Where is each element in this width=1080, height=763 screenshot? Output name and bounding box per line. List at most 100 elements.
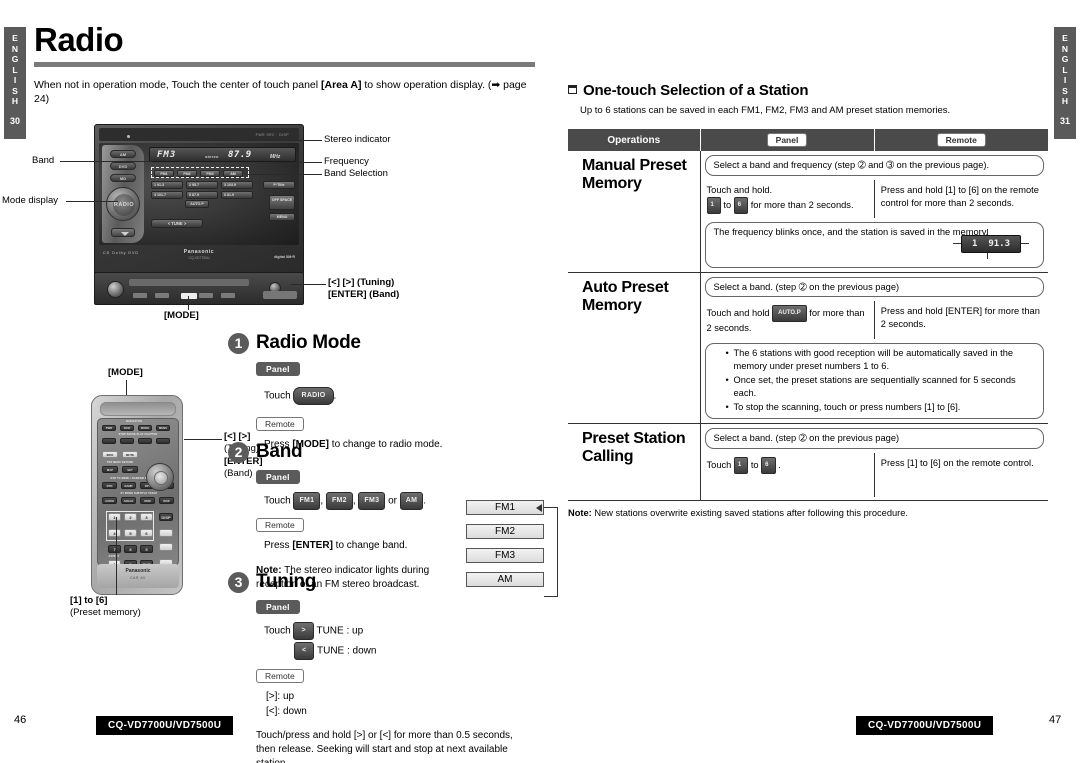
band-button-fm2[interactable]: FM2 xyxy=(177,169,197,177)
preset-6-num: 6 xyxy=(224,193,226,197)
mode-knob[interactable]: RADIO xyxy=(106,187,140,221)
auto-p-key[interactable]: AUTO.P xyxy=(772,305,807,322)
auto-preset-button[interactable]: AUTO.P xyxy=(185,200,209,208)
remote-key-navi[interactable]: NAVI xyxy=(120,425,134,431)
preset-key-6[interactable]: 6 xyxy=(733,196,749,214)
preset-1-num: 1 xyxy=(154,183,156,187)
remote-key-vol-down[interactable] xyxy=(159,543,173,551)
remote-key-9[interactable]: 9 xyxy=(140,545,153,553)
blink-mark-top xyxy=(987,228,989,235)
th-remote-badge: Remote xyxy=(936,133,986,147)
row-body-auto-preset: Select a band. (step ➁ on the previous p… xyxy=(700,272,1048,424)
band-key-fm2[interactable]: FM2 xyxy=(325,492,353,510)
callout-frequency: Frequency xyxy=(324,156,369,167)
section-heading: One-touch Selection of a Station xyxy=(568,82,1048,99)
ptitle-button[interactable]: P·Title xyxy=(263,181,295,189)
mode-button-highlight[interactable] xyxy=(181,293,197,299)
manual-preset-panel-line2-post: for more than 2 seconds. xyxy=(748,199,854,210)
lcd-display: FM3 stereo 87.9 MHz xyxy=(149,147,296,162)
preset-button-5[interactable]: 5 87.9 xyxy=(186,191,218,199)
preset-button-2[interactable]: 2 95.7 xyxy=(186,181,218,189)
remote-key-mode[interactable]: MODE xyxy=(138,425,152,431)
remote-key-8[interactable]: 8 xyxy=(124,545,137,553)
preset-button-3[interactable]: 3 103.9 xyxy=(221,181,253,189)
preset-3-freq: 103.9 xyxy=(227,183,236,187)
base-button-4[interactable] xyxy=(221,293,235,298)
band-button-fm3[interactable]: FM3 xyxy=(200,169,220,177)
remote-key-mute[interactable]: MUTE xyxy=(122,451,138,458)
calling-key-1[interactable]: 1 xyxy=(733,456,749,474)
manual-preset-select-note-text: Select a band and frequency (step ➁ and … xyxy=(713,160,990,170)
remote-key-set[interactable]: SET xyxy=(122,466,138,473)
auto-preset-panel-pre: Touch and hold xyxy=(706,307,773,318)
remote-label-stmono: ST MONO SUBTITLE TRACK xyxy=(120,492,158,495)
remote-key-2[interactable]: 2 xyxy=(124,513,137,521)
manual-preset-select-note: Select a band and frequency (step ➁ and … xyxy=(704,155,1044,176)
remote-key-chapter[interactable] xyxy=(156,438,170,444)
step-2-remote-post: to change band. xyxy=(332,540,408,551)
band-key-fm1[interactable]: FM1 xyxy=(293,492,321,510)
preset-button-6[interactable]: 6 81.9 xyxy=(221,191,253,199)
source-button-am[interactable]: AM xyxy=(110,150,136,158)
band-button-fm1[interactable]: FM1 xyxy=(154,169,174,177)
remote-key-5[interactable]: 5 xyxy=(124,529,137,537)
base-button-1[interactable] xyxy=(133,293,147,298)
tune-up-key[interactable]: > xyxy=(293,622,314,640)
table-row-preset-calling: Preset Station Calling Select a band. (s… xyxy=(568,423,1048,501)
step-3-title: Tuning xyxy=(256,571,317,592)
remote-enter-button[interactable] xyxy=(154,471,168,485)
remote-jog-dial[interactable] xyxy=(146,463,174,491)
remote-key-7[interactable]: 7 xyxy=(108,545,121,553)
remote-key-pwr[interactable]: PWR xyxy=(102,425,116,431)
base-right-button[interactable] xyxy=(263,291,297,299)
step-3-tune-up-row: Touch > TUNE : up xyxy=(264,622,528,640)
remote-key-map[interactable]: MAP xyxy=(102,466,118,473)
tune-bar[interactable]: < TUNE > xyxy=(151,219,203,228)
menu-button[interactable]: MENU xyxy=(269,213,295,221)
radio-key[interactable]: RADIO xyxy=(293,387,334,405)
remote-key-3[interactable]: 3 xyxy=(140,513,153,521)
source-button-md[interactable]: MD xyxy=(110,174,136,182)
calling-key-6[interactable]: 6 xyxy=(761,456,776,474)
remote-key-menu[interactable]: MENU xyxy=(156,425,170,431)
band-key-fm3[interactable]: FM3 xyxy=(358,492,386,510)
band-key-am[interactable]: AM xyxy=(399,492,424,510)
remote-key-angle[interactable]: ANGLE xyxy=(121,497,136,504)
language-tab-right-page: 31 xyxy=(1059,115,1070,126)
remote-key-1[interactable]: 1 xyxy=(108,513,121,521)
remote-top-panel xyxy=(100,402,176,416)
off-space-button[interactable]: OFF SPACE xyxy=(269,195,295,210)
remote-key-info[interactable]: INFO xyxy=(102,451,118,458)
remote-illustration: [MODE] NAVIGATOR PWR NAVI MODE MENU STOP… xyxy=(56,367,263,627)
footer-page-right: 47 xyxy=(1049,714,1062,726)
remote-key-audio[interactable]: AUDIO xyxy=(102,497,117,504)
table-row-auto-preset: Auto Preset Memory Select a band. (step … xyxy=(568,272,1048,424)
row-body-preset-calling: Select a band. (step ➁ on the previous p… xyxy=(700,423,1048,501)
base-button-3[interactable] xyxy=(199,293,213,298)
remote-key-disp-side[interactable]: DISP xyxy=(159,513,173,521)
remote-key-pause[interactable] xyxy=(120,438,134,444)
language-tab-right: ENGLISH 31 xyxy=(1054,27,1076,139)
remote-key-4[interactable]: 4 xyxy=(108,529,121,537)
eject-button[interactable] xyxy=(111,228,135,237)
callout-mode-label: [MODE] xyxy=(164,310,199,321)
remote-key-6[interactable]: 6 xyxy=(140,529,153,537)
source-button-dvd[interactable]: DVD xyxy=(110,162,136,170)
remote-key-rtn[interactable]: RTN xyxy=(102,482,117,489)
base-button-2[interactable] xyxy=(155,293,169,298)
volume-knob[interactable] xyxy=(107,281,124,298)
band-button-am[interactable]: AM xyxy=(223,169,243,177)
remote-key-band[interactable]: BAND xyxy=(121,482,136,489)
preset-button-4[interactable]: 4 101.7 xyxy=(151,191,183,199)
tune-down-key[interactable]: < xyxy=(294,642,315,660)
preset-key-1[interactable]: 1 xyxy=(706,196,721,214)
remote-key-play[interactable] xyxy=(138,438,152,444)
remote-key-disp[interactable]: DISP xyxy=(159,497,174,504)
callout-line-mode xyxy=(188,296,189,310)
remote-key-stop[interactable] xyxy=(102,438,116,444)
step-2-panel-or: or xyxy=(385,495,400,507)
preset-button-1[interactable]: 1 91.3 xyxy=(151,181,183,189)
remote-key-vol-up[interactable] xyxy=(159,529,173,537)
remote-key-rdm[interactable]: RDM xyxy=(140,497,155,504)
preset-6-freq: 81.9 xyxy=(227,193,234,197)
